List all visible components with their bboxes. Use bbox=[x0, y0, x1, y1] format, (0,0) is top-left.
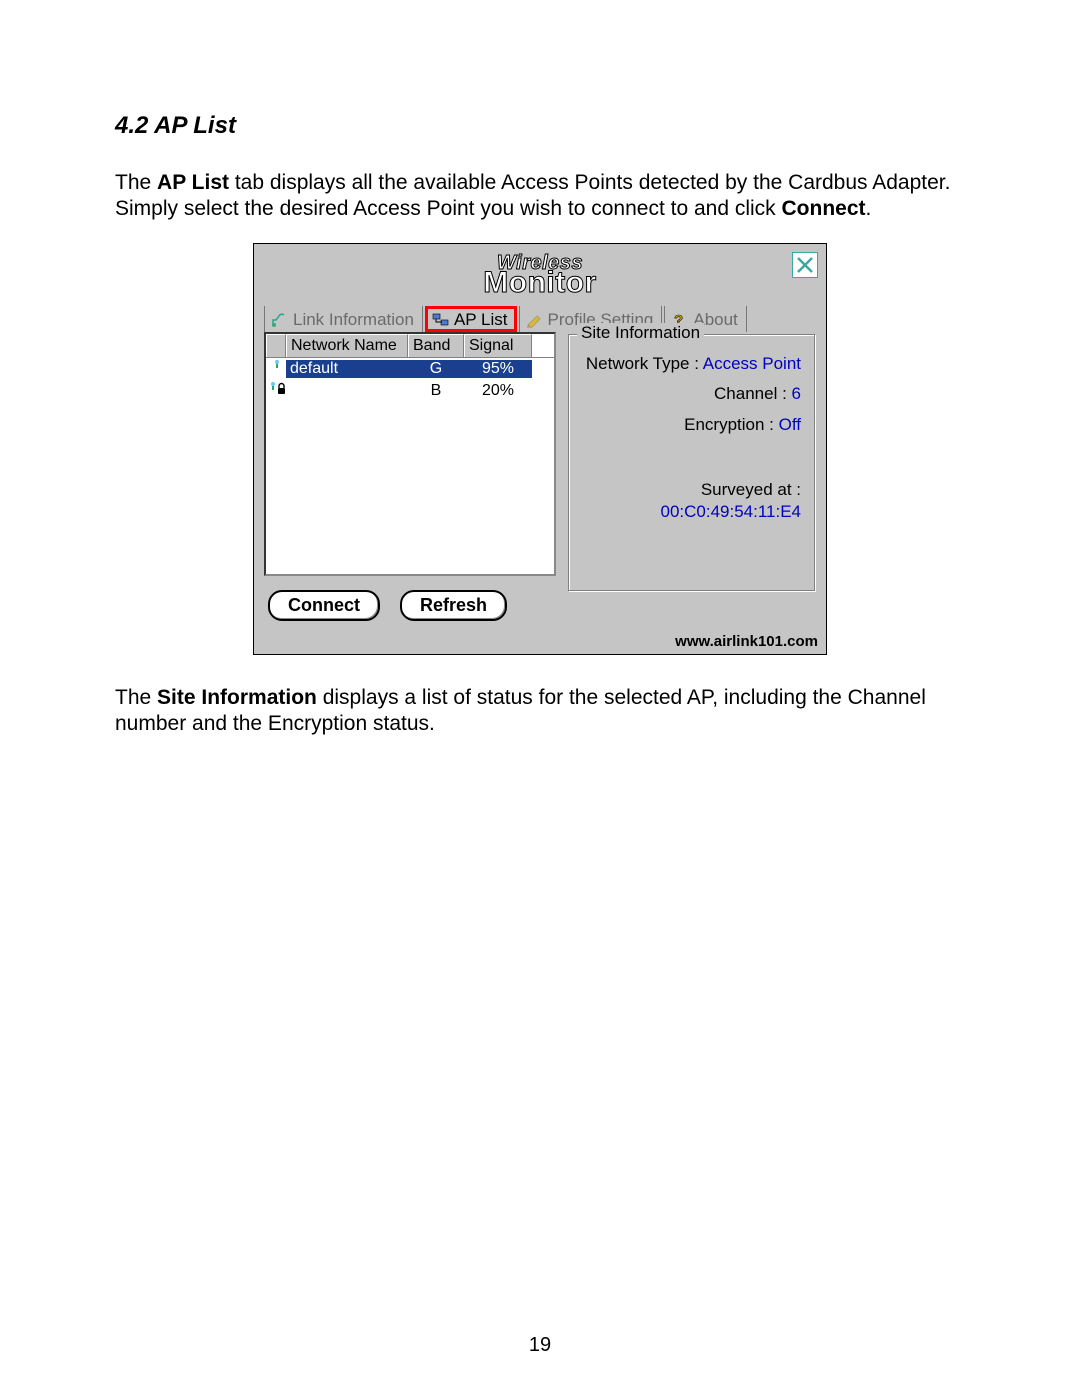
channel-value: 6 bbox=[792, 384, 801, 403]
encryption-row: Encryption : Off bbox=[577, 414, 801, 437]
site-info-panel: Site Information Network Type : Access P… bbox=[568, 334, 816, 631]
col-signal[interactable]: Signal bbox=[464, 334, 532, 357]
channel-label: Channel : bbox=[714, 384, 787, 403]
encryption-label: Encryption : bbox=[684, 415, 774, 434]
button-row: Connect Refresh bbox=[268, 590, 556, 621]
brand-bottom: Monitor bbox=[483, 269, 596, 298]
bold-connect: Connect bbox=[782, 197, 866, 220]
tab-link-information[interactable]: Link Information bbox=[264, 306, 423, 332]
bold-aplist: AP List bbox=[157, 171, 229, 194]
mac-address: 00:C0:49:54:11:E4 bbox=[577, 502, 801, 522]
ap-name: default bbox=[286, 360, 408, 378]
screenshot: Wireless Monitor Link Information bbox=[253, 243, 827, 655]
ap-list-box[interactable]: Network Name Band Signal default G 95% bbox=[264, 332, 556, 576]
col-band[interactable]: Band bbox=[408, 334, 464, 357]
section-number: 4.2 bbox=[115, 112, 148, 139]
document-page: 4.2 AP List The AP List tab displays all… bbox=[0, 0, 1080, 1397]
ap-open-icon bbox=[266, 359, 286, 378]
tab-ap-list[interactable]: AP List bbox=[425, 306, 517, 332]
closing-paragraph: The Site Information displays a list of … bbox=[115, 685, 965, 738]
ap-signal: 95% bbox=[464, 360, 532, 378]
col-icon[interactable] bbox=[266, 334, 286, 357]
app-logo: Wireless Monitor bbox=[483, 252, 596, 298]
footer-url: www.airlink101.com bbox=[254, 631, 826, 654]
network-type-value: Access Point bbox=[703, 354, 801, 373]
pencil-icon bbox=[526, 312, 544, 328]
title-bar: Wireless Monitor bbox=[254, 244, 826, 306]
network-type-row: Network Type : Access Point bbox=[577, 353, 801, 376]
ap-list-panel: Network Name Band Signal default G 95% bbox=[264, 332, 556, 631]
network-icon bbox=[432, 312, 450, 328]
ap-row-selected[interactable]: default G 95% bbox=[266, 358, 554, 380]
wireless-monitor-dialog: Wireless Monitor Link Information bbox=[253, 243, 827, 655]
site-info-legend: Site Information bbox=[577, 323, 704, 343]
page-number: 19 bbox=[0, 1334, 1080, 1357]
intro-paragraph: The AP List tab displays all the availab… bbox=[115, 170, 965, 223]
close-button[interactable] bbox=[792, 252, 818, 278]
close-icon bbox=[793, 253, 817, 277]
col-network-name[interactable]: Network Name bbox=[286, 334, 408, 357]
connect-button[interactable]: Connect bbox=[268, 590, 380, 621]
dialog-client-area: Network Name Band Signal default G 95% bbox=[254, 332, 826, 631]
surveyed-row: Surveyed at : bbox=[577, 479, 801, 502]
encryption-value: Off bbox=[779, 415, 801, 434]
ap-row[interactable]: B 20% bbox=[266, 380, 554, 402]
refresh-button[interactable]: Refresh bbox=[400, 590, 507, 621]
ap-band: B bbox=[408, 382, 464, 400]
network-type-label: Network Type : bbox=[586, 354, 699, 373]
tab-bar: Link Information AP List Profile Setting bbox=[254, 306, 826, 332]
section-title: AP List bbox=[154, 112, 236, 139]
section-heading: 4.2 AP List bbox=[115, 112, 965, 140]
tab-label: Link Information bbox=[293, 310, 414, 330]
site-info-fieldset: Site Information Network Type : Access P… bbox=[568, 334, 816, 592]
tab-label: AP List bbox=[454, 310, 508, 330]
signal-icon bbox=[271, 312, 289, 328]
bold-siteinfo: Site Information bbox=[157, 686, 317, 709]
ap-band: G bbox=[408, 360, 464, 378]
ap-locked-icon bbox=[266, 381, 286, 400]
surveyed-label: Surveyed at : bbox=[701, 480, 801, 499]
ap-list-header: Network Name Band Signal bbox=[266, 334, 554, 358]
channel-row: Channel : 6 bbox=[577, 383, 801, 406]
ap-signal: 20% bbox=[464, 382, 532, 400]
